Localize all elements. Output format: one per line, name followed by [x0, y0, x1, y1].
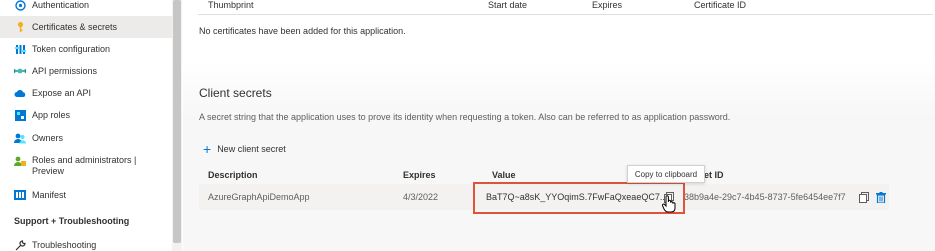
api-permissions-icon	[14, 65, 26, 77]
secret-expires: 4/3/2022	[403, 192, 439, 202]
sidebar-item-manifest[interactable]: Manifest	[0, 184, 172, 206]
hand-cursor-icon	[662, 195, 676, 213]
sidebar-item-label: Troubleshooting	[32, 239, 97, 250]
certificates-column-thumbprint[interactable]: Thumbprint	[208, 0, 254, 10]
wrench-icon	[14, 239, 26, 251]
certificates-column-start-date[interactable]: Start date	[488, 0, 527, 10]
sidebar-item-label: Manifest	[32, 189, 67, 200]
cloud-icon	[14, 87, 26, 99]
sidebar-scrollbar-thumb[interactable]	[173, 0, 181, 243]
plus-icon: +	[203, 141, 212, 157]
divider	[198, 14, 933, 15]
client-secrets-title: Client secrets	[199, 86, 272, 100]
new-client-secret-label: New client secret	[217, 144, 286, 154]
sidebar-item-label: Token configuration	[32, 43, 111, 54]
sidebar-item-label: Authentication	[32, 0, 90, 10]
secrets-column-secret-id[interactable]: et ID	[704, 170, 724, 180]
sidebar-item-token-configuration[interactable]: Token configuration	[0, 38, 172, 60]
sidebar-item-api-permissions[interactable]: API permissions	[0, 60, 172, 82]
sidebar-item-label: Roles and administrators |	[32, 155, 137, 165]
secrets-column-value[interactable]: Value	[492, 170, 516, 180]
sidebar-item-app-roles[interactable]: App roles	[0, 104, 172, 126]
secrets-column-description[interactable]: Description	[208, 170, 258, 180]
sidebar: Authentication Certificates & secrets To…	[0, 0, 172, 251]
sidebar-item-expose-an-api[interactable]: Expose an API	[0, 82, 172, 104]
sidebar-item-label: Owners	[32, 132, 64, 143]
key-icon	[14, 21, 26, 33]
sidebar-item-owners[interactable]: Owners	[0, 127, 172, 149]
certificates-column-certificate-id[interactable]: Certificate ID	[694, 0, 746, 10]
sidebar-section-support-troubleshooting: Support + Troubleshooting	[14, 216, 130, 226]
sidebar-item-authentication[interactable]: Authentication	[0, 0, 172, 16]
no-certificates-message: No certificates have been added for this…	[199, 26, 406, 36]
secrets-column-expires[interactable]: Expires	[403, 170, 436, 180]
secret-id: 38b9a4e-29c7-4b45-8737-5fe6454ee7f7	[684, 192, 846, 202]
token-config-icon	[14, 43, 26, 55]
roles-admin-icon	[14, 155, 26, 167]
owners-icon	[14, 132, 26, 144]
app-roles-icon	[14, 109, 26, 121]
trash-icon[interactable]	[876, 192, 886, 204]
secret-description: AzureGraphApiDemoApp	[208, 192, 310, 202]
authentication-icon	[14, 0, 26, 11]
sidebar-item-troubleshooting[interactable]: Troubleshooting	[0, 234, 172, 251]
copy-to-clipboard-tooltip: Copy to clipboard	[627, 165, 705, 183]
new-client-secret-button[interactable]: + New client secret	[203, 141, 286, 157]
certificates-column-expires[interactable]: Expires	[592, 0, 622, 10]
client-secrets-description: A secret string that the application use…	[199, 112, 731, 122]
sidebar-item-roles-and-administrators[interactable]: Roles and administrators | Preview	[0, 150, 172, 184]
sidebar-item-label-group: Roles and administrators | Preview	[32, 155, 136, 177]
sidebar-item-label: Certificates & secrets	[32, 21, 118, 32]
sidebar-item-label: API permissions	[32, 65, 98, 76]
value-highlight-box	[473, 182, 685, 214]
sidebar-item-label: App roles	[32, 109, 71, 120]
manifest-icon	[14, 189, 26, 201]
sidebar-item-label: Expose an API	[32, 87, 92, 98]
sidebar-item-label-line2: Preview	[32, 166, 65, 176]
sidebar-item-certificates-secrets[interactable]: Certificates & secrets	[0, 16, 172, 38]
client-secrets-panel	[183, 60, 935, 251]
copy-secret-id-icon[interactable]	[859, 192, 869, 203]
